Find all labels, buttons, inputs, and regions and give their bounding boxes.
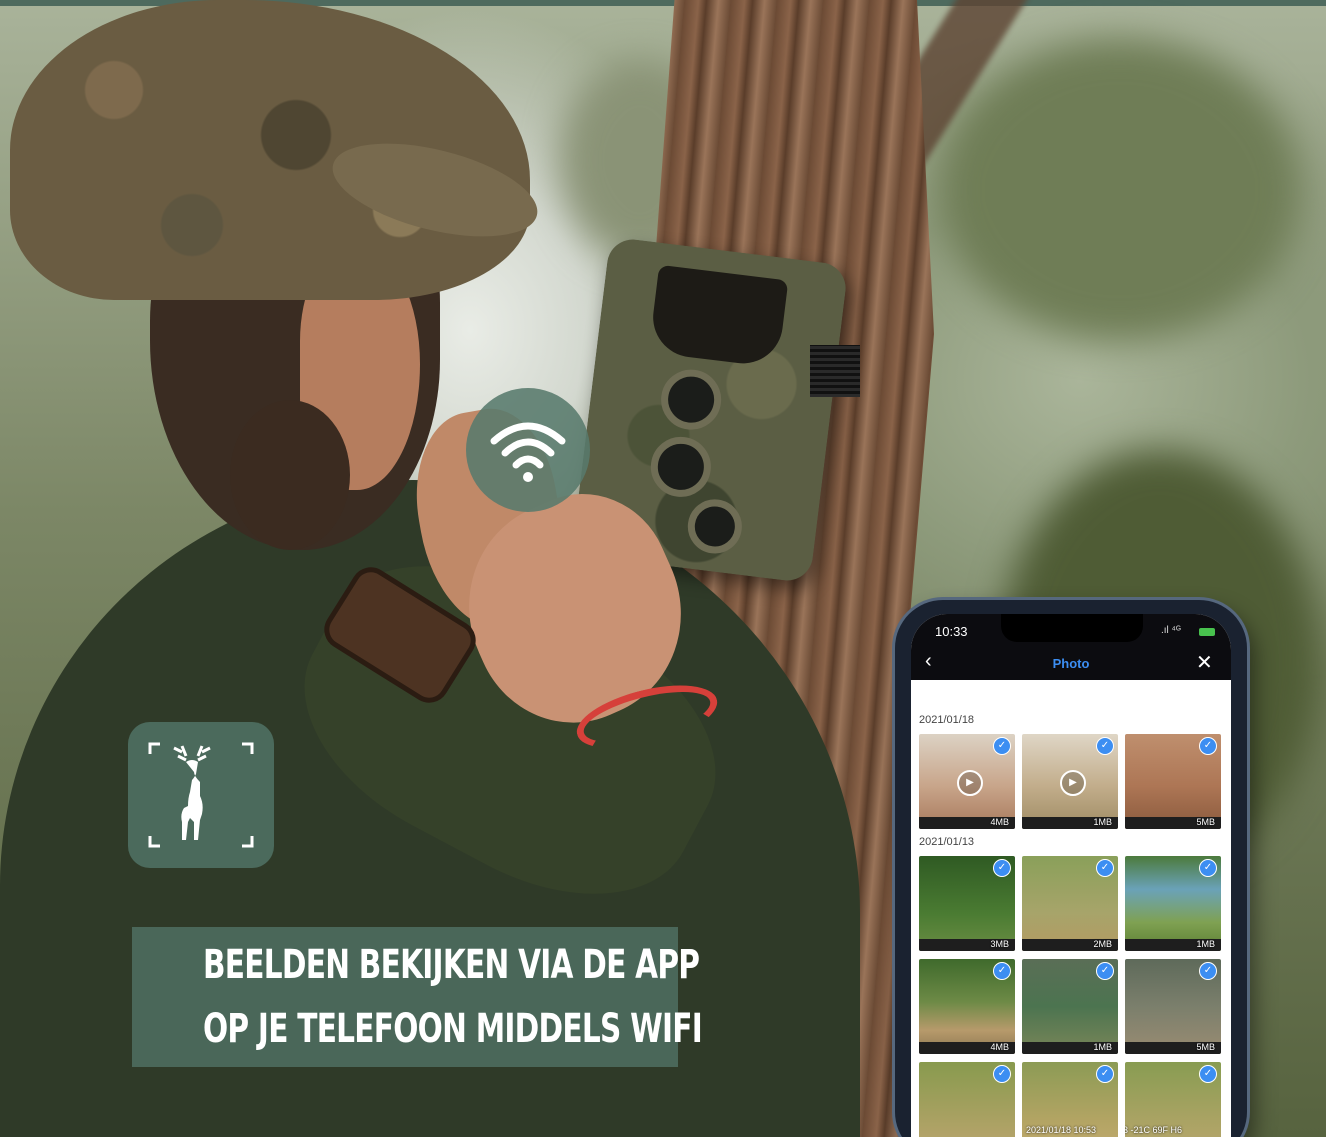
check-icon: ✓ (1096, 859, 1114, 877)
status-time: 10:33 (935, 624, 968, 639)
close-icon[interactable]: ✕ (1196, 650, 1213, 675)
file-size: 1MB (1196, 939, 1215, 949)
check-icon: ✓ (1096, 1065, 1114, 1083)
file-size: 4MB (990, 1042, 1009, 1052)
check-icon: ✓ (1199, 962, 1217, 980)
photo-thumbnail[interactable]: ✓ 3MB (919, 856, 1015, 951)
check-icon: ✓ (993, 859, 1011, 877)
phone-notch (1001, 614, 1143, 642)
camera-lens (657, 366, 725, 434)
photo-thumbnail[interactable]: ✓ 3 -21C 69F H6 (1125, 1062, 1221, 1137)
deer-icon (148, 742, 254, 848)
hero-scene: BEELDEN BEKIJKEN VIA DE APP OP JE TELEFO… (0, 0, 1326, 1137)
check-icon: ✓ (1096, 962, 1114, 980)
file-size: 3MB (990, 939, 1009, 949)
wifi-icon (490, 422, 566, 482)
photo-thumbnail[interactable]: ✓ 1MB (1022, 959, 1118, 1054)
camera-ir-window (648, 264, 789, 368)
play-icon: ▶ (957, 770, 983, 796)
nav-title: Photo (1052, 656, 1090, 671)
app-header: 10:33 .ıl ⁴ᴳ ‹ Photo ✕ (911, 614, 1231, 680)
play-icon: ▶ (1060, 770, 1086, 796)
camera-strap (810, 345, 860, 397)
photo-thumbnail[interactable]: ✓ (919, 1062, 1015, 1137)
headline-banner: BEELDEN BEKIJKEN VIA DE APP OP JE TELEFO… (132, 927, 703, 1067)
check-icon: ✓ (1096, 737, 1114, 755)
smartphone: 10:33 .ıl ⁴ᴳ ‹ Photo ✕ 2021/01/18 ▶ ✓ 4M… (895, 600, 1247, 1137)
photo-timestamp: 3 -21C 69F H6 (1125, 1125, 1183, 1135)
file-size: 1MB (1093, 817, 1112, 827)
headline-line-1: BEELDEN BEKIJKEN VIA DE APP (202, 942, 700, 988)
date-header: 2021/01/13 (919, 836, 975, 848)
file-size: 5MB (1196, 1042, 1215, 1052)
wifi-badge (466, 388, 590, 512)
foliage-blur (940, 40, 1300, 340)
file-size: 5MB (1196, 817, 1215, 827)
check-icon: ✓ (993, 1065, 1011, 1083)
camouflage-cap (10, 0, 530, 300)
headline-line-2: OP JE TELEFOON MIDDELS WIFI (202, 1006, 703, 1052)
check-icon: ✓ (1199, 1065, 1217, 1083)
camera-sensor (647, 433, 715, 501)
file-size: 4MB (990, 817, 1009, 827)
camera-light (684, 496, 745, 557)
check-icon: ✓ (1199, 737, 1217, 755)
photo-timestamp: 2021/01/18 10:53 (1026, 1125, 1097, 1135)
photo-thumbnail[interactable]: ▶ ✓ 1MB (1022, 734, 1118, 829)
person-beard (230, 400, 350, 550)
photo-thumbnail[interactable]: ✓ 4MB (919, 959, 1015, 1054)
file-size: 1MB (1093, 1042, 1112, 1052)
phone-screen: 10:33 .ıl ⁴ᴳ ‹ Photo ✕ 2021/01/18 ▶ ✓ 4M… (911, 614, 1231, 1137)
photo-thumbnail[interactable]: ✓ 2021/01/18 10:53 (1022, 1062, 1118, 1137)
deer-badge (128, 722, 274, 868)
date-header: 2021/01/18 (919, 714, 975, 726)
check-icon: ✓ (993, 962, 1011, 980)
check-icon: ✓ (993, 737, 1011, 755)
photo-thumbnail[interactable]: ✓ 5MB (1125, 734, 1221, 829)
battery-icon (1199, 628, 1215, 636)
signal-icon: .ıl ⁴ᴳ (1161, 625, 1181, 636)
check-icon: ✓ (1199, 859, 1217, 877)
photo-thumbnail[interactable]: ✓ 5MB (1125, 959, 1221, 1054)
photo-thumbnail[interactable]: ▶ ✓ 4MB (919, 734, 1015, 829)
photo-thumbnail[interactable]: ✓ 1MB (1125, 856, 1221, 951)
photo-thumbnail[interactable]: ✓ 2MB (1022, 856, 1118, 951)
file-size: 2MB (1093, 939, 1112, 949)
